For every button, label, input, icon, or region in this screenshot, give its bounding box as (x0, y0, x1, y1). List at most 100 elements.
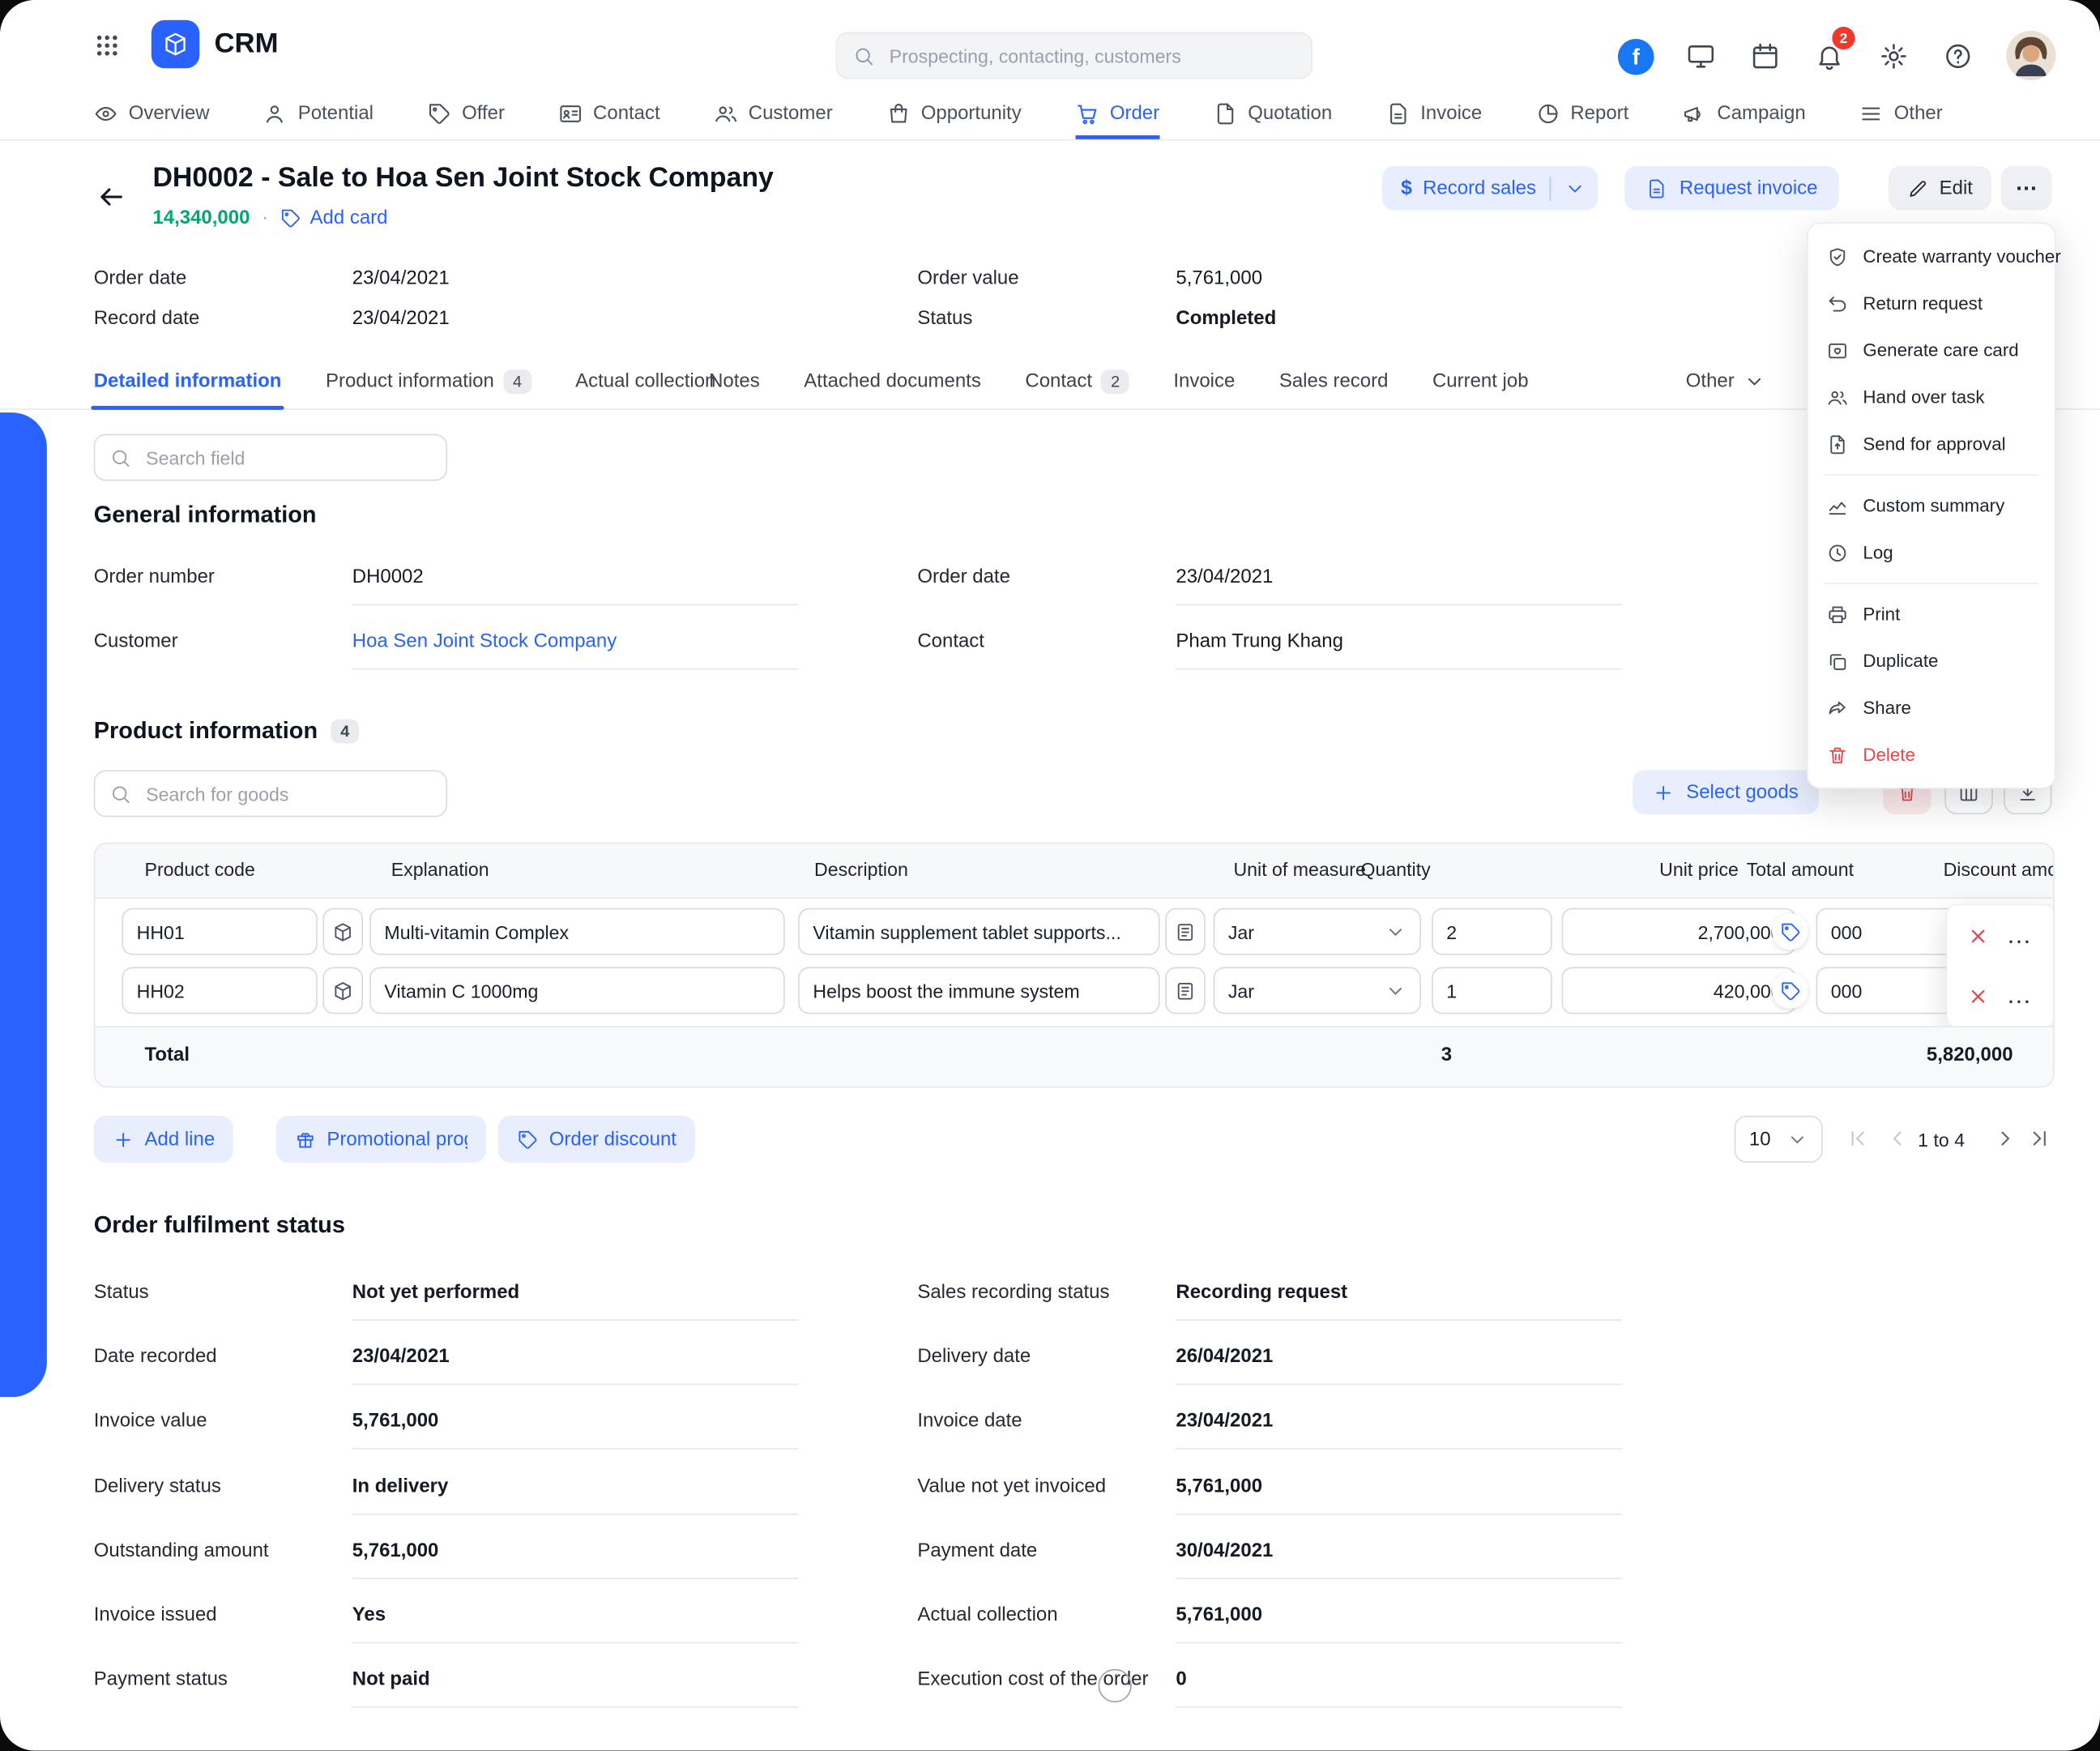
facebook-icon[interactable]: f (1617, 38, 1654, 75)
main-nav: Overview Potential Offer Contact Custome… (0, 88, 2100, 141)
tab-other[interactable]: Other (1686, 353, 1765, 408)
more-actions-button[interactable]: … (2000, 165, 2052, 211)
app-grid-icon[interactable] (94, 31, 123, 60)
global-search[interactable] (835, 32, 1312, 79)
unit-select[interactable]: Jar (1213, 967, 1421, 1014)
description-note-button[interactable] (1165, 908, 1206, 955)
nav-contact[interactable]: Contact (558, 88, 660, 139)
col-discount: Discount amount (1943, 858, 2055, 881)
nav-invoice[interactable]: Invoice (1385, 88, 1482, 139)
settings-gear-icon[interactable] (1879, 41, 1908, 70)
page-title: DH0002 - Sale to Hoa Sen Joint Stock Com… (152, 162, 774, 194)
product-lookup-button[interactable] (322, 967, 363, 1014)
global-search-input[interactable] (886, 43, 1295, 68)
tab-attached-documents[interactable]: Attached documents (804, 353, 981, 408)
tab-detailed-information[interactable]: Detailed information (91, 353, 285, 410)
product-lookup-button[interactable] (322, 908, 363, 955)
goods-search[interactable] (93, 770, 448, 818)
notification-badge: 2 (1832, 27, 1855, 50)
tab-contact[interactable]: Contact 2 (1025, 353, 1129, 408)
nav-report[interactable]: Report (1535, 88, 1628, 139)
price-tag-icon[interactable] (1771, 913, 1808, 950)
nav-campaign[interactable]: Campaign (1682, 88, 1806, 139)
menu-item-return-request[interactable]: Return request (1808, 280, 2055, 327)
field-search[interactable] (93, 433, 448, 481)
tab-notes[interactable]: Notes (709, 353, 760, 408)
nav-overview[interactable]: Overview (94, 88, 210, 139)
unit-price-input[interactable] (1561, 908, 1796, 955)
delete-row-button[interactable] (1967, 925, 1988, 946)
description-input[interactable] (798, 967, 1160, 1014)
select-goods-button[interactable]: Select goods (1633, 770, 1819, 815)
field-search-input[interactable] (143, 445, 432, 470)
explanation-input[interactable] (369, 967, 785, 1014)
row-more-button[interactable]: … (2006, 983, 2031, 1008)
chevron-down-icon (1385, 980, 1406, 1001)
nav-customer[interactable]: Customer (714, 88, 833, 139)
add-card-button[interactable]: Add card (280, 207, 388, 229)
promotional-program-button[interactable]: Promotional program (275, 1115, 487, 1163)
tab-sales-record[interactable]: Sales record (1279, 353, 1389, 408)
menu-item-duplicate[interactable]: Duplicate (1808, 638, 2055, 685)
goods-search-input[interactable] (143, 781, 432, 806)
nav-quotation[interactable]: Quotation (1213, 88, 1332, 139)
menu-item-log[interactable]: Log (1808, 529, 2055, 576)
menu-item-share[interactable]: Share (1808, 685, 2055, 732)
menu-item-generate-care-card[interactable]: Generate care card (1808, 327, 2055, 374)
menu-item-print[interactable]: Print (1808, 591, 2055, 638)
menu-item-hand-over-task[interactable]: Hand over task (1808, 374, 2055, 421)
delete-row-button[interactable] (1967, 985, 1988, 1006)
description-input[interactable] (798, 908, 1160, 955)
tab-actual-collection[interactable]: Actual collection (575, 353, 715, 408)
product-code-input[interactable] (122, 967, 318, 1014)
product-code-input[interactable] (122, 908, 318, 955)
plus-icon (113, 1129, 134, 1150)
description-note-button[interactable] (1165, 967, 1206, 1014)
record-sales-button[interactable]: $ Record sales (1381, 165, 1598, 211)
tab-label: Product information (326, 370, 494, 392)
help-icon[interactable] (1944, 41, 1973, 70)
user-avatar[interactable] (2006, 31, 2056, 81)
menu-item-send-for-approval[interactable]: Send for approval (1808, 421, 2055, 468)
unit-select[interactable]: Jar (1213, 908, 1421, 955)
price-tag-icon[interactable] (1771, 972, 1808, 1009)
nav-other[interactable]: Other (1859, 88, 1943, 139)
nav-order[interactable]: Order (1075, 88, 1159, 139)
request-invoice-button[interactable]: Request invoice (1624, 165, 1839, 211)
chevron-down-icon[interactable] (1564, 177, 1586, 199)
customer-link[interactable]: Hoa Sen Joint Stock Company (352, 631, 799, 670)
order-discount-button[interactable]: Order discount (497, 1115, 696, 1163)
menu-item-delete[interactable]: Delete (1808, 732, 2055, 779)
page-size-select[interactable]: 10 (1734, 1115, 1823, 1163)
calendar-icon[interactable] (1751, 41, 1780, 70)
first-page-icon[interactable] (1846, 1125, 1872, 1152)
tab-invoice[interactable]: Invoice (1173, 353, 1235, 408)
field-label: Invoice issued (93, 1604, 217, 1626)
explanation-input[interactable] (369, 908, 785, 955)
quantity-input[interactable] (1432, 967, 1552, 1014)
edit-button[interactable]: Edit (1888, 165, 1992, 211)
row-more-button[interactable]: … (2006, 922, 2031, 947)
edit-label: Edit (1939, 177, 1973, 199)
add-line-button[interactable]: Add line (93, 1115, 234, 1163)
tab-label: Attached documents (804, 370, 981, 392)
nav-opportunity[interactable]: Opportunity (886, 88, 1022, 139)
nav-potential[interactable]: Potential (263, 88, 373, 139)
order-amount: 14,340,000 (152, 207, 250, 229)
quantity-input[interactable] (1432, 908, 1552, 955)
unit-price-input[interactable] (1561, 967, 1796, 1014)
app-name: CRM (214, 28, 279, 59)
nav-offer[interactable]: Offer (427, 88, 505, 139)
previous-page-icon[interactable] (1886, 1125, 1913, 1152)
tab-product-information[interactable]: Product information 4 (326, 353, 531, 408)
menu-item-custom-summary[interactable]: Custom summary (1808, 482, 2055, 529)
tab-current-job[interactable]: Current job (1432, 353, 1529, 408)
tab-label: Other (1685, 370, 1735, 392)
row-actions: … (1948, 905, 2054, 965)
screen-share-icon[interactable] (1686, 41, 1715, 70)
menu-item-create-warranty-voucher[interactable]: Create warranty voucher (1808, 233, 2061, 280)
tab-label: Notes (709, 370, 760, 392)
next-page-icon[interactable] (1993, 1125, 2020, 1152)
back-button[interactable] (96, 180, 131, 215)
last-page-icon[interactable] (2028, 1125, 2055, 1152)
